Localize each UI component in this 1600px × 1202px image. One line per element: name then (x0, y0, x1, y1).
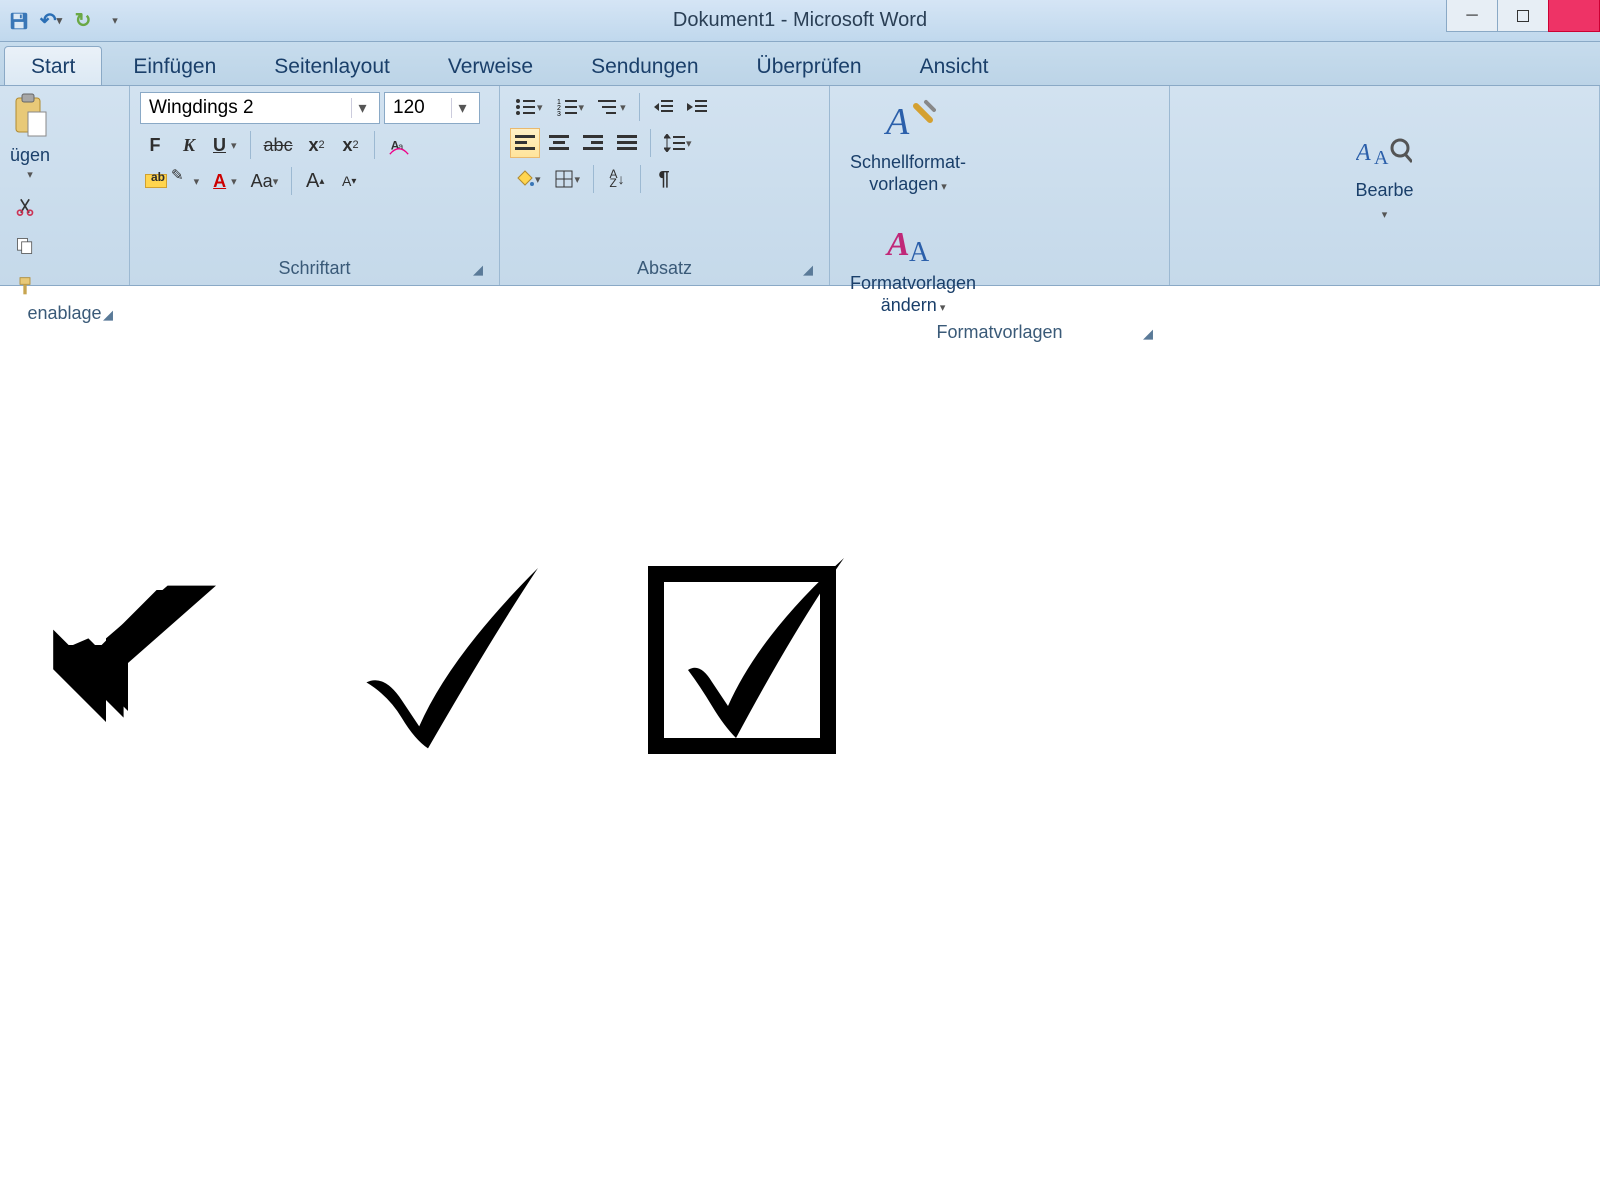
qat-customize-button[interactable]: ▾ (102, 8, 128, 34)
format-painter-button[interactable] (10, 271, 40, 301)
align-center-button[interactable] (544, 128, 574, 158)
change-styles-button[interactable]: AA Formatvorlagenändern ▾ (840, 213, 986, 320)
group-styles: A Schnellformat-vorlagen ▾ AA Formatvorl… (830, 86, 1170, 285)
dropdown-icon: ▾ (57, 14, 63, 27)
show-marks-button[interactable]: ¶ (649, 164, 679, 194)
svg-text:A: A (885, 226, 910, 263)
numbering-button[interactable]: 123▾ (552, 92, 590, 122)
quick-styles-button[interactable]: A Schnellformat-vorlagen ▾ (840, 92, 976, 199)
bold-button[interactable]: F (140, 130, 170, 160)
minimize-button[interactable]: ─ (1446, 0, 1498, 32)
ribbon: ügen ▾ enablage ◢ (0, 86, 1600, 286)
multilevel-button[interactable]: ▾ (593, 92, 631, 122)
tab-start[interactable]: Start (4, 46, 102, 85)
redo-icon: ↻ (75, 8, 92, 33)
underline-button[interactable]: U ▾ (208, 130, 242, 160)
font-name-combo[interactable]: ▾ (140, 92, 380, 124)
window-controls: ─ (1447, 0, 1600, 42)
separator (640, 165, 641, 193)
align-right-button[interactable] (578, 128, 608, 158)
quick-access-toolbar: ↶▾ ↻ ▾ (0, 8, 128, 34)
font-size-combo[interactable]: ▾ (384, 92, 480, 124)
separator (593, 165, 594, 193)
tab-ueberpruefen[interactable]: Überprüfen (730, 46, 889, 85)
svg-text:3: 3 (557, 111, 561, 116)
title-bar: ↶▾ ↻ ▾ Dokument1 - Microsoft Word ─ (0, 0, 1600, 42)
heavy-check-icon (40, 546, 260, 771)
group-styles-label: Formatvorlagen (936, 322, 1062, 342)
dropdown-icon: ▾ (112, 14, 118, 27)
document-text (40, 546, 1560, 771)
strikethrough-button[interactable]: abc (259, 130, 298, 160)
paste-caption: ügen (10, 145, 50, 166)
styles-dialog-launcher[interactable]: ◢ (1139, 325, 1157, 343)
group-paragraph: ▾ 123▾ ▾ ▾ ▾ ▾ AZ↓ ¶ (500, 86, 830, 285)
separator (250, 131, 251, 159)
group-font: ▾ ▾ F K U ▾ abc x2 x2 Aa (130, 86, 500, 285)
separator (291, 167, 292, 195)
window-title: Dokument1 - Microsoft Word (673, 9, 927, 32)
bullets-button[interactable]: ▾ (510, 92, 548, 122)
superscript-button[interactable]: x2 (336, 130, 366, 160)
tab-verweise[interactable]: Verweise (421, 46, 560, 85)
document-area[interactable] (0, 286, 1600, 771)
checkbox-icon (640, 546, 860, 771)
line-spacing-button[interactable]: ▾ (659, 128, 697, 158)
sort-button[interactable]: AZ↓ (602, 164, 632, 194)
borders-button[interactable]: ▾ (550, 164, 586, 194)
clear-format-button[interactable]: Aa (383, 130, 415, 160)
subscript-button[interactable]: x2 (302, 130, 332, 160)
italic-button[interactable]: K (174, 130, 204, 160)
group-paragraph-label: Absatz (637, 258, 692, 278)
separator (374, 131, 375, 159)
increase-indent-button[interactable] (682, 92, 712, 122)
clipboard-dialog-launcher[interactable]: ◢ (99, 306, 117, 324)
group-clipboard-label: enablage (27, 303, 101, 323)
save-button[interactable] (6, 8, 32, 34)
tab-seitenlayout[interactable]: Seitenlayout (247, 46, 417, 85)
align-justify-button[interactable] (612, 128, 642, 158)
tab-sendungen[interactable]: Sendungen (564, 46, 725, 85)
font-color-button[interactable]: A ▾ (208, 166, 242, 196)
font-dialog-launcher[interactable]: ◢ (469, 261, 487, 279)
tab-ansicht[interactable]: Ansicht (893, 46, 1016, 85)
ribbon-tabs: Start Einfügen Seitenlayout Verweise Sen… (0, 42, 1600, 86)
font-size-input[interactable] (385, 93, 451, 123)
dropdown-icon[interactable]: ▾ (451, 98, 473, 118)
shrink-font-button[interactable]: A▾ (334, 166, 364, 196)
check-icon (340, 546, 560, 771)
svg-text:A: A (909, 237, 930, 268)
separator (639, 93, 640, 121)
dropdown-icon[interactable]: ▾ (351, 98, 373, 118)
tab-einfuegen[interactable]: Einfügen (106, 46, 243, 85)
svg-text:A: A (1356, 140, 1371, 166)
grow-font-button[interactable]: A▴ (300, 166, 330, 196)
group-clipboard: ügen ▾ enablage ◢ (0, 86, 130, 285)
align-left-button[interactable] (510, 128, 540, 158)
change-case-button[interactable]: Aa▾ (246, 166, 284, 196)
undo-button[interactable]: ↶▾ (38, 8, 64, 34)
dropdown-icon: ▾ (27, 168, 33, 181)
group-font-label: Schriftart (278, 258, 350, 278)
cut-button[interactable] (10, 191, 40, 221)
group-editing: AA Bearbe▾ (1170, 86, 1600, 285)
highlight-button[interactable]: ab✎▾ (140, 166, 204, 196)
copy-button[interactable] (10, 231, 40, 261)
maximize-button[interactable] (1497, 0, 1549, 32)
find-button[interactable]: AA Bearbe▾ (1345, 120, 1423, 227)
svg-text:A: A (883, 101, 910, 143)
separator (650, 129, 651, 157)
paste-button[interactable] (12, 92, 48, 143)
font-name-input[interactable] (141, 93, 351, 123)
paragraph-dialog-launcher[interactable]: ◢ (799, 261, 817, 279)
close-button[interactable] (1548, 0, 1600, 32)
shading-button[interactable]: ▾ (510, 164, 546, 194)
undo-icon: ↶ (40, 8, 57, 33)
svg-text:A: A (1374, 147, 1389, 169)
redo-button[interactable]: ↻ (70, 8, 96, 34)
decrease-indent-button[interactable] (648, 92, 678, 122)
